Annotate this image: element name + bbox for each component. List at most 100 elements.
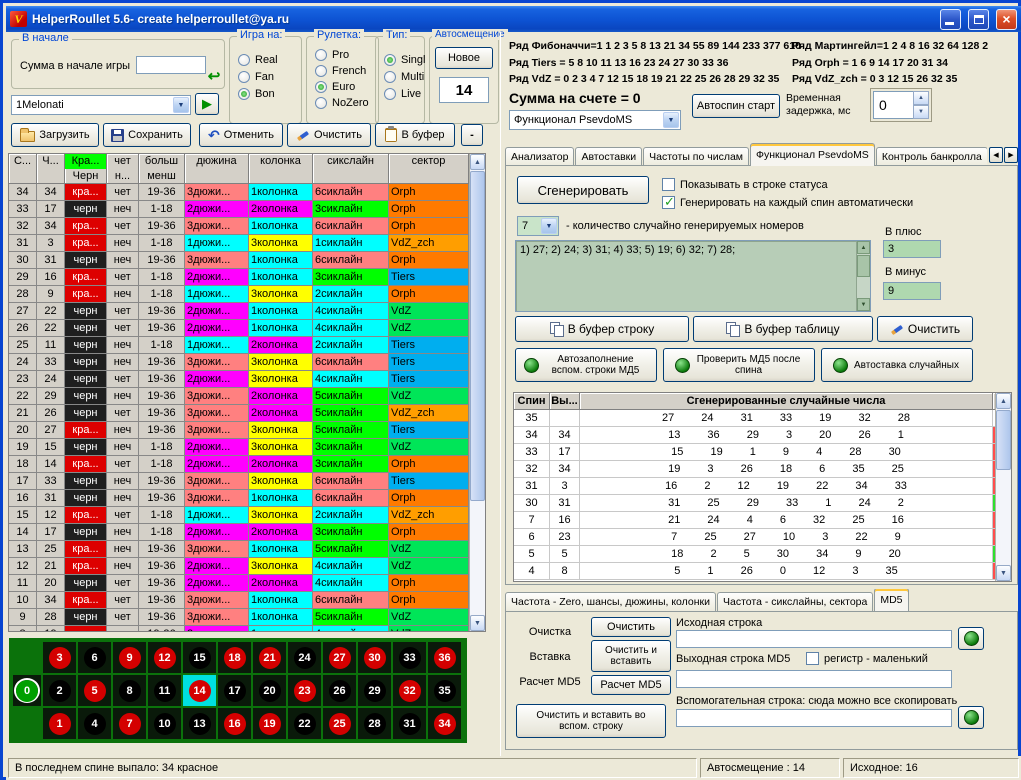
board-number-26[interactable]: 26 (323, 675, 356, 706)
table-row[interactable]: 1325кра...неч19-363дюжи...1колонка5сикла… (9, 541, 485, 558)
board-number-21[interactable]: 21 (253, 642, 286, 673)
table-row[interactable]: 1120чернчет19-362дюжи...2колонка4сиклайн… (9, 575, 485, 592)
board-number-12[interactable]: 12 (148, 642, 181, 673)
spin-row[interactable]: 331715 19 1 9 4 28 30- (514, 444, 1011, 461)
board-number-11[interactable]: 11 (148, 675, 181, 706)
table-row[interactable]: 928чернчет19-363дюжи...1колонка5сиклайнV… (9, 609, 485, 626)
history-table-scrollbar[interactable]: ▲ ▼ (469, 154, 485, 631)
table-row[interactable]: 3434кра...чет19-363дюжи...1колонка6сикла… (9, 184, 485, 201)
board-number-16[interactable]: 16 (218, 708, 251, 739)
check-md5-button[interactable]: Проверить МД5 после спина (663, 348, 815, 382)
board-number-15[interactable]: 15 (183, 642, 216, 673)
count-select[interactable]: 7 ▼ (517, 216, 559, 236)
bottom-tab-1[interactable]: Частота - Zero, шансы, дюжины, колонки (505, 592, 716, 611)
board-number-22[interactable]: 22 (288, 708, 321, 739)
radio-option-singl[interactable]: Singl (376, 51, 424, 68)
scroll-down-icon[interactable]: ▼ (857, 298, 870, 311)
board-number-2[interactable]: 2 (43, 675, 76, 706)
table-row[interactable]: 1915черннеч1-182дюжи...3колонка3сиклайнV… (9, 439, 485, 456)
board-number-30[interactable]: 30 (358, 642, 391, 673)
delay-value[interactable]: 0 (873, 91, 913, 119)
column-header[interactable]: большменш (139, 154, 185, 184)
md5-clear-paste-button[interactable]: Очистить и вставить (591, 640, 671, 672)
toolbar-button-undo[interactable]: Отменить (199, 123, 283, 147)
board-number-0[interactable]: 0 (13, 675, 41, 706)
toolbar-button-load[interactable]: Загрузить (11, 123, 99, 147)
radio-option-pro[interactable]: Pro (307, 47, 378, 63)
md5-source-input[interactable] (676, 630, 952, 648)
scrollbar-thumb[interactable] (470, 171, 485, 501)
table-row[interactable]: 2126чернчет19-363дюжи...2колонка5сиклайн… (9, 405, 485, 422)
spin-row[interactable]: 303131 25 29 33 1 24 2+ (514, 495, 1011, 512)
minimize-button[interactable] (940, 9, 961, 30)
table-row[interactable]: 1631черннеч19-363дюжи...1колонка6сиклайн… (9, 490, 485, 507)
table-row[interactable]: 819кра...неч19-362дюжи...1колонка4сиклай… (9, 626, 485, 632)
board-number-10[interactable]: 10 (148, 708, 181, 739)
scroll-up-icon[interactable]: ▲ (857, 241, 870, 254)
scroll-down-icon[interactable]: ▼ (470, 615, 485, 631)
tab-5[interactable]: Контроль банкролла (876, 147, 987, 166)
preset-select[interactable]: 1Melonati ▼ (11, 95, 191, 115)
md5-clear-paste-aux-button[interactable]: Очистить и вставить во вспом. строку (516, 704, 666, 738)
scrollbar-thumb[interactable] (857, 255, 870, 277)
board-number-1[interactable]: 1 (43, 708, 76, 739)
radio-option-bon[interactable]: Bon (230, 85, 301, 102)
md5-output-input[interactable] (676, 670, 952, 688)
toolbar-button-save[interactable]: Сохранить (103, 123, 191, 147)
column-header[interactable]: С... (9, 154, 37, 184)
radio-option-multi[interactable]: Multi (376, 68, 424, 85)
spin-row[interactable]: 5518 2 5 30 34 9 20+ (514, 546, 1011, 563)
maximize-button[interactable] (968, 9, 989, 30)
column-header[interactable]: сектор (389, 154, 469, 184)
board-number-4[interactable]: 4 (78, 708, 111, 739)
bottom-tab-2[interactable]: Частота - сикслайны, сектора (717, 592, 873, 611)
start-sum-input[interactable] (136, 56, 206, 74)
md5-case-checkbox[interactable]: регистр - маленький (806, 652, 928, 665)
table-row[interactable]: 2722чернчет19-362дюжи...1колонка4сиклайн… (9, 303, 485, 320)
column-header[interactable]: четн... (107, 154, 139, 184)
tab-3[interactable]: Частоты по числам (643, 147, 749, 166)
column-header[interactable]: Кра...Черн (65, 154, 107, 184)
scroll-up-icon[interactable]: ▲ (470, 154, 485, 170)
table-row[interactable]: 1814кра...чет1-182дюжи...2колонка3сиклай… (9, 456, 485, 473)
table-row[interactable]: 1512кра...чет1-181дюжи...3колонка2сиклай… (9, 507, 485, 524)
clear-output-button[interactable]: Очистить (877, 316, 973, 342)
spin-row[interactable]: 71621 24 4 6 32 25 16- (514, 512, 1011, 529)
autofill-md5-button[interactable]: Автозаполнение вспом. строки МД5 (515, 348, 657, 382)
board-number-5[interactable]: 5 (78, 675, 111, 706)
table-row[interactable]: 2229черннеч19-363дюжи...2колонка5сиклайн… (9, 388, 485, 405)
table-row[interactable]: 1221кра...неч19-362дюжи...3колонка4сикла… (9, 558, 485, 575)
column-header[interactable]: сикслайн (313, 154, 389, 184)
toolbar-button-minus[interactable]: - (461, 124, 483, 146)
table-row[interactable]: 1733черннеч19-363дюжи...3колонка6сиклайн… (9, 473, 485, 490)
generated-output-box[interactable]: 1) 27; 2) 24; 3) 31; 4) 33; 5) 19; 6) 32… (515, 240, 871, 312)
autobet-button[interactable]: Автоставка случайных (821, 348, 973, 382)
board-number-36[interactable]: 36 (428, 642, 461, 673)
board-number-23[interactable]: 23 (288, 675, 321, 706)
spin-row[interactable]: 6237 25 27 10 3 22 9- (514, 529, 1011, 546)
board-number-31[interactable]: 31 (393, 708, 426, 739)
copy-table-button[interactable]: В буфер таблицу (693, 316, 873, 342)
board-number-14[interactable]: 14 (183, 675, 216, 706)
scrollbar-thumb[interactable] (996, 410, 1011, 470)
board-number-18[interactable]: 18 (218, 642, 251, 673)
radio-option-french[interactable]: French (307, 63, 378, 79)
scroll-down-icon[interactable]: ▼ (996, 565, 1011, 581)
spin-table-scrollbar[interactable]: ▲ ▼ (995, 393, 1011, 581)
table-row[interactable]: 1417черннеч1-182дюжи...2колонка3сиклайнO… (9, 524, 485, 541)
board-number-34[interactable]: 34 (428, 708, 461, 739)
table-row[interactable]: 2511черннеч1-181дюжи...2колонка2сиклайнT… (9, 337, 485, 354)
spinner-up-icon[interactable]: ▲ (913, 91, 929, 105)
md5-clear-button[interactable]: Очистить (591, 617, 671, 637)
output-scrollbar[interactable]: ▲ ▼ (856, 241, 870, 311)
toolbar-button-to-buffer[interactable]: В буфер (375, 123, 455, 147)
tab-4[interactable]: Функционал PsevdoMS (750, 143, 875, 166)
play-button[interactable] (195, 93, 219, 115)
show-status-checkbox[interactable]: Показывать в строке статуса (662, 178, 828, 191)
column-header[interactable]: дюжина (185, 154, 249, 184)
new-autoshift-button[interactable]: Новое (435, 47, 493, 69)
board-number-9[interactable]: 9 (113, 642, 146, 673)
scroll-up-icon[interactable]: ▲ (996, 393, 1011, 409)
radio-option-nozero[interactable]: NoZero (307, 95, 378, 111)
spin-row[interactable]: 31316 2 12 19 22 34 33- (514, 478, 1011, 495)
